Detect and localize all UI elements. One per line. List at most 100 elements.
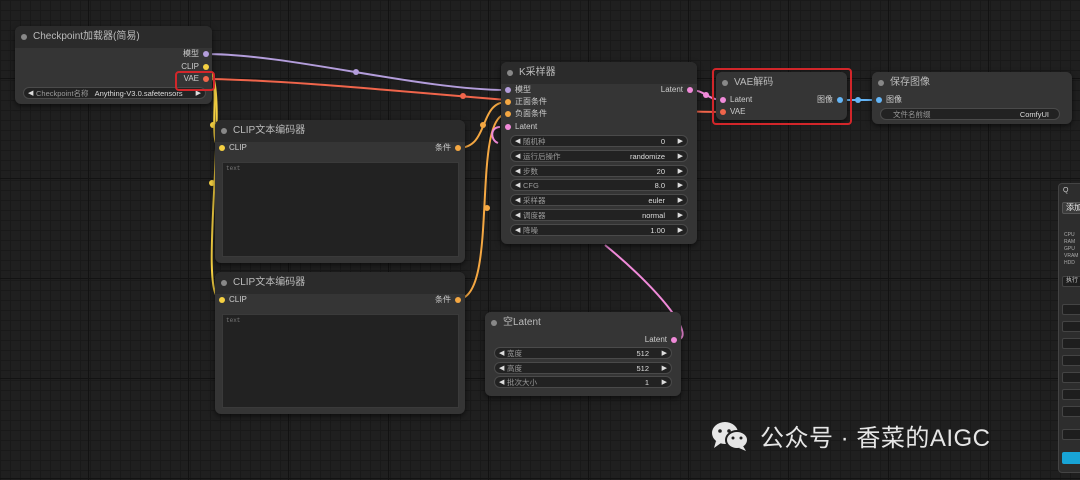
ksampler-input-positive[interactable]: 正面条件 — [505, 96, 547, 108]
input-clip-dot[interactable] — [219, 145, 225, 151]
increase-arrow-icon[interactable]: ▶ — [678, 225, 683, 237]
cfg-widget[interactable]: ◀ CFG 8.0 ▶ — [510, 179, 688, 191]
input-image-dot[interactable] — [876, 97, 882, 103]
ksampler-output-latent[interactable]: Latent — [661, 84, 693, 96]
increase-arrow-icon[interactable]: ▶ — [678, 166, 683, 178]
output-model-dot[interactable] — [203, 51, 209, 57]
clip-node-2-output-conditioning[interactable]: 条件 — [435, 294, 461, 306]
decrease-arrow-icon[interactable]: ◀ — [515, 225, 520, 237]
increase-arrow-icon[interactable]: ▶ — [678, 136, 683, 148]
steps-value: 20 — [656, 167, 665, 176]
decrease-arrow-icon[interactable]: ◀ — [515, 136, 520, 148]
ksampler-title[interactable]: K采样器 — [501, 62, 697, 84]
decrease-arrow-icon[interactable]: ◀ — [499, 363, 504, 375]
ksampler-input-latent[interactable]: Latent — [505, 121, 537, 133]
clip-node-2-title[interactable]: CLIP文本编码器 — [215, 272, 465, 294]
increase-arrow-icon[interactable]: ▶ — [662, 348, 667, 360]
empty-latent-title[interactable]: 空Latent — [485, 312, 681, 334]
increase-arrow-icon[interactable]: ▶ — [678, 195, 683, 207]
node-collapse-dot[interactable] — [878, 80, 884, 86]
ksampler-node[interactable]: K采样器 模型 正面条件 负面条件 Latent Latent ◀ 随机种 0 … — [501, 62, 697, 244]
sampler-widget[interactable]: ◀ 采样器 euler ▶ — [510, 194, 688, 206]
filename-prefix-widget[interactable]: 文件名前缀 ComfyUI — [880, 108, 1060, 120]
increase-arrow-icon[interactable]: ▶ — [662, 377, 667, 389]
decrease-arrow-icon[interactable]: ◀ — [499, 377, 504, 389]
queue-row[interactable] — [1062, 321, 1080, 332]
input-model-dot[interactable] — [505, 87, 511, 93]
checkpoint-loader-node[interactable]: Checkpoint加载器(简易) 模型 CLIP VAE ◀ Checkpoi… — [15, 26, 212, 104]
clip-node-1-output-conditioning[interactable]: 条件 — [435, 142, 461, 154]
batch-size-widget[interactable]: ◀ 批次大小 1 ▶ — [494, 376, 672, 388]
decrease-arrow-icon[interactable]: ◀ — [499, 348, 504, 360]
queue-row[interactable] — [1062, 429, 1080, 440]
scheduler-widget[interactable]: ◀ 调度器 normal ▶ — [510, 209, 688, 221]
queue-row[interactable] — [1062, 304, 1080, 315]
ksampler-input-model[interactable]: 模型 — [505, 84, 531, 96]
denoise-widget[interactable]: ◀ 降噪 1.00 ▶ — [510, 224, 688, 236]
input-negative-dot[interactable] — [505, 111, 511, 117]
queue-row[interactable] — [1062, 372, 1080, 383]
seed-label: 随机种 — [523, 137, 546, 146]
input-model-label: 模型 — [515, 85, 531, 94]
increase-arrow-icon[interactable]: ▶ — [678, 180, 683, 192]
clip-node-1-title[interactable]: CLIP文本编码器 — [215, 120, 465, 142]
clip-text-encode-node-2[interactable]: CLIP文本编码器 CLIP 条件 text — [215, 272, 465, 414]
queue-row[interactable] — [1062, 355, 1080, 366]
output-conditioning-dot[interactable] — [455, 145, 461, 151]
decrease-arrow-icon[interactable]: ◀ — [515, 195, 520, 207]
control-after-generate-widget[interactable]: ◀ 运行后操作 randomize ▶ — [510, 150, 688, 162]
node-collapse-dot[interactable] — [491, 320, 497, 326]
input-latent-dot[interactable] — [505, 124, 511, 130]
queue-action-row[interactable]: 执行 — [1062, 276, 1080, 287]
decrease-arrow-icon[interactable]: ◀ — [515, 210, 520, 222]
queue-accent-button[interactable] — [1062, 452, 1080, 464]
decrease-arrow-icon[interactable]: ◀ — [515, 166, 520, 178]
queue-add-button[interactable]: 添加 — [1062, 202, 1080, 214]
node-collapse-dot[interactable] — [21, 34, 27, 40]
wechat-icon — [710, 419, 750, 453]
clip-node-1-text-input[interactable]: text — [222, 162, 459, 257]
clip-node-2-input-clip[interactable]: CLIP — [219, 294, 247, 306]
save-image-input-image[interactable]: 图像 — [876, 94, 902, 106]
prev-arrow-icon[interactable]: ◀ — [28, 88, 33, 100]
sampler-label: 采样器 — [523, 196, 546, 205]
output-latent-dot[interactable] — [671, 337, 677, 343]
increase-arrow-icon[interactable]: ▶ — [662, 363, 667, 375]
output-latent-label: Latent — [660, 85, 683, 94]
steps-widget[interactable]: ◀ 步数 20 ▶ — [510, 165, 688, 177]
save-image-node[interactable]: 保存图像 图像 文件名前缀 ComfyUI — [872, 72, 1072, 124]
height-label: 高度 — [507, 364, 522, 373]
clip-text-encode-node-1[interactable]: CLIP文本编码器 CLIP 条件 text — [215, 120, 465, 263]
filename-prefix-label: 文件名前缀 — [893, 110, 931, 119]
node-collapse-dot[interactable] — [221, 128, 227, 134]
output-clip-dot[interactable] — [203, 64, 209, 70]
node-collapse-dot[interactable] — [507, 70, 513, 76]
decrease-arrow-icon[interactable]: ◀ — [515, 180, 520, 192]
clip-node-1-input-clip[interactable]: CLIP — [219, 142, 247, 154]
output-latent-dot[interactable] — [687, 87, 693, 93]
queue-row[interactable] — [1062, 338, 1080, 349]
input-clip-dot[interactable] — [219, 297, 225, 303]
output-conditioning-label: 条件 — [435, 295, 451, 304]
checkpoint-loader-title[interactable]: Checkpoint加载器(简易) — [15, 26, 212, 48]
queue-row[interactable] — [1062, 389, 1080, 400]
width-widget[interactable]: ◀ 宽度 512 ▶ — [494, 347, 672, 359]
output-conditioning-dot[interactable] — [455, 297, 461, 303]
node-collapse-dot[interactable] — [221, 280, 227, 286]
width-label: 宽度 — [507, 349, 522, 358]
input-positive-dot[interactable] — [505, 99, 511, 105]
output-model[interactable]: 模型 — [183, 48, 209, 60]
ksampler-input-negative[interactable]: 负面条件 — [505, 108, 547, 120]
increase-arrow-icon[interactable]: ▶ — [678, 151, 683, 163]
decrease-arrow-icon[interactable]: ◀ — [515, 151, 520, 163]
queue-add-label: 添加 — [1066, 203, 1080, 212]
queue-side-panel[interactable]: Q 添加 CPU RAM GPU VRAM HDD 执行 — [1058, 183, 1080, 473]
queue-row[interactable] — [1062, 406, 1080, 417]
clip-node-2-text-input[interactable]: text — [222, 314, 459, 408]
height-widget[interactable]: ◀ 高度 512 ▶ — [494, 362, 672, 374]
empty-latent-output-latent[interactable]: Latent — [645, 334, 677, 346]
increase-arrow-icon[interactable]: ▶ — [678, 210, 683, 222]
seed-widget[interactable]: ◀ 随机种 0 ▶ — [510, 135, 688, 147]
empty-latent-node[interactable]: 空Latent Latent ◀ 宽度 512 ▶ ◀ 高度 512 ▶ ◀ 批… — [485, 312, 681, 396]
save-image-title[interactable]: 保存图像 — [872, 72, 1072, 94]
